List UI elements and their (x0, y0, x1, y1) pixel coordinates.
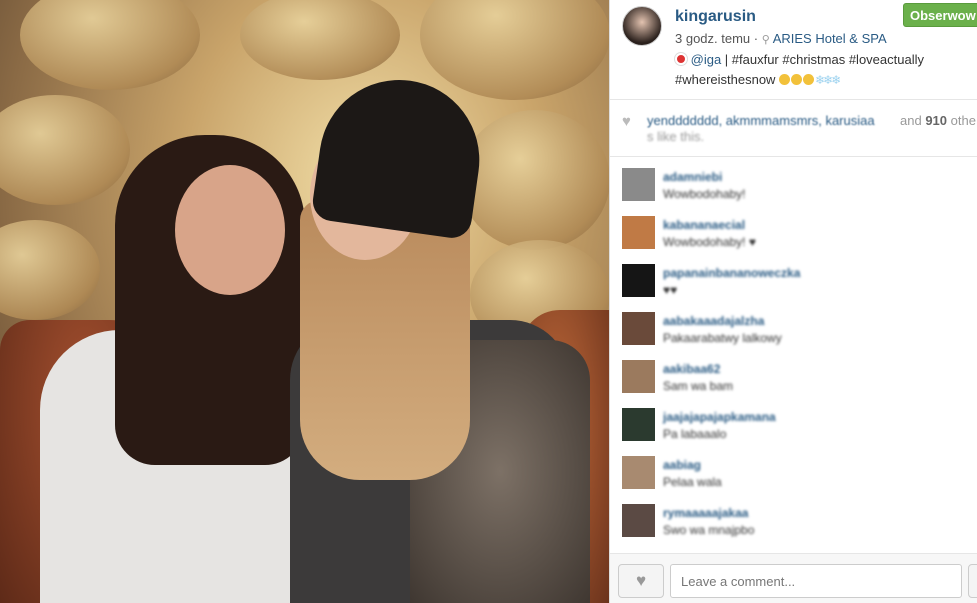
heart-icon: ♥ (622, 113, 631, 130)
post-time[interactable]: 3 godz. temu (675, 31, 750, 46)
comment-item: papanainbananoweczka ♥♥ (610, 256, 977, 304)
post-header: kingarusin Obserwow 3 godz. temu · ⚲ ARI… (610, 0, 977, 100)
likers-list[interactable]: yenddddddd, akmmmamsmrs, karusiaa (647, 113, 875, 128)
location-pin-icon: ⚲ (761, 34, 770, 46)
more-button[interactable] (968, 564, 977, 598)
comment-avatar[interactable] (622, 216, 655, 249)
snowflake-icon: ❄❄❄ (815, 73, 841, 87)
comment-text: Pelaa wala (663, 475, 722, 489)
comment-avatar[interactable] (622, 456, 655, 489)
comment-item: aabakaaadajalzha Pakaarabatwy lalkowy (610, 304, 977, 352)
caption-tags-line1: | #fauxfur #christmas #loveactually (724, 52, 924, 67)
comment-avatar[interactable] (622, 408, 655, 441)
location-link[interactable]: ARIES Hotel & SPA (773, 31, 887, 46)
post-side-panel: kingarusin Obserwow 3 godz. temu · ⚲ ARI… (609, 0, 977, 603)
comment-avatar[interactable] (622, 168, 655, 201)
user-avatar[interactable] (622, 6, 662, 46)
comment-avatar[interactable] (622, 504, 655, 537)
laughing-emoji-icon (791, 74, 803, 85)
post-caption: @iga | #fauxfur #christmas #loveactually… (675, 50, 975, 90)
caption-mention[interactable]: @iga (691, 52, 722, 67)
post-meta: 3 godz. temu · ⚲ ARIES Hotel & SPA (675, 31, 887, 46)
comment-text: Swo wa mnajpbo (663, 523, 755, 537)
comment-text: Sam wa bam (663, 379, 734, 393)
comment-item: rymaaaaajakaa Swo wa mnajpbo (610, 496, 977, 544)
comment-username[interactable]: jaajajapajapkamana (663, 410, 776, 424)
comment-item: kabananaecial Wowbodohaby! ♥ (610, 208, 977, 256)
comment-username[interactable]: rymaaaaajakaa (663, 506, 748, 520)
comment-input[interactable] (670, 564, 962, 598)
follow-button[interactable]: Obserwow (903, 3, 977, 27)
comment-avatar[interactable] (622, 264, 655, 297)
comment-text: ♥♥ (663, 283, 678, 297)
comment-text: Pakaarabatwy lalkowy (663, 331, 782, 345)
comment-item: jaajajapajapkamana Pa labaaalo (610, 400, 977, 448)
comment-item: aabiag Pelaa wala (610, 448, 977, 496)
likes-count: and 910 othe (900, 113, 976, 128)
caption-tags-line2: #whereisthesnow (675, 72, 776, 87)
comment-username[interactable]: adamniebi (663, 170, 722, 184)
comment-text: Wowbodohaby! (663, 187, 746, 201)
laughing-emoji-icon (803, 74, 815, 85)
comments-list: adamniebi Wowbodohaby! kabananaecial Wowbod… (610, 160, 977, 544)
comment-username[interactable]: aabiag (663, 458, 701, 472)
comment-text: Pa labaaalo (663, 427, 727, 441)
comment-avatar[interactable] (622, 360, 655, 393)
comment-username[interactable]: aabakaaadajalzha (663, 314, 764, 328)
laughing-emoji-icon (779, 74, 791, 85)
likes-section: ♥ yenddddddd, akmmmamsmrs, karusiaa and … (610, 101, 977, 157)
comment-username[interactable]: aakibaa62 (663, 362, 720, 376)
comment-text: Wowbodohaby! ♥ (663, 235, 756, 249)
comment-username[interactable]: papanainbananoweczka (663, 266, 800, 280)
comment-item: aakibaa62 Sam wa bam (610, 352, 977, 400)
santa-emoji-icon (675, 53, 687, 65)
like-button[interactable]: ♥ (618, 564, 664, 598)
comment-avatar[interactable] (622, 312, 655, 345)
comment-bar: ♥ (610, 553, 977, 603)
username-link[interactable]: kingarusin (675, 8, 756, 26)
comment-item: adamniebi Wowbodohaby! (610, 160, 977, 208)
likes-suffix: s like this. (647, 129, 705, 144)
post-photo[interactable] (0, 0, 609, 603)
comment-username[interactable]: kabananaecial (663, 218, 745, 232)
